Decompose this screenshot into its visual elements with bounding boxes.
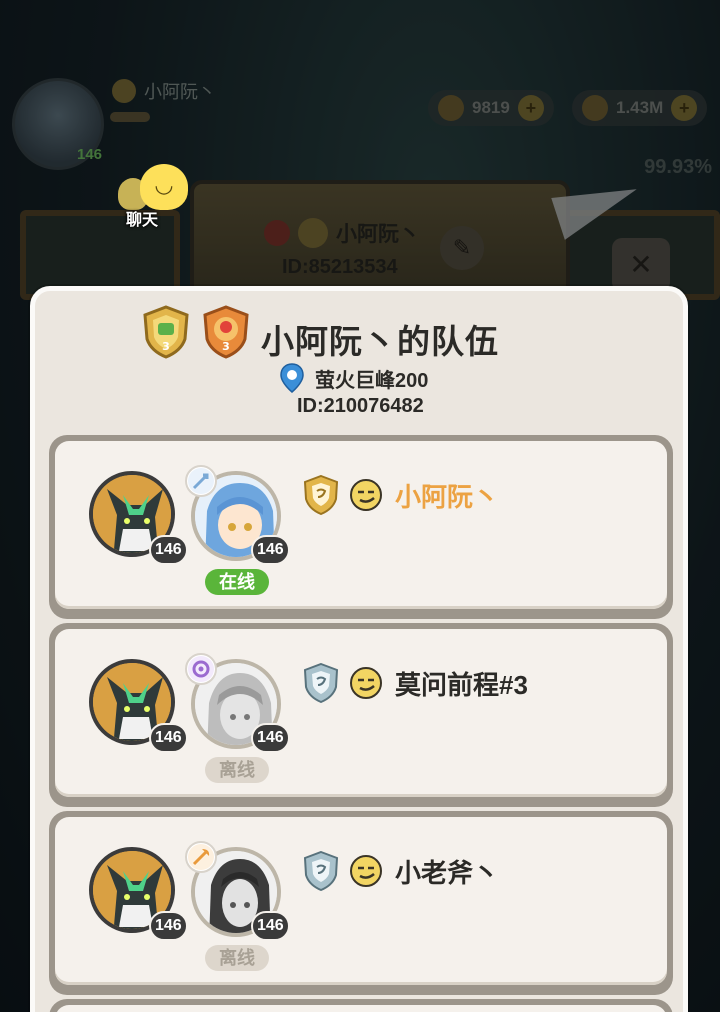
currency-badge-coins[interactable]: 9819 + [428, 90, 554, 126]
book-player-id: ID:85213534 [282, 256, 398, 278]
player-exp-bar [110, 112, 150, 122]
member-list: 146 146 在线 小阿阮丶 146 146 离线 莫问前程#3 146 14… [49, 435, 673, 999]
member-card[interactable]: 146 146 离线 [49, 623, 673, 807]
smirk-emoji-icon [350, 479, 382, 511]
hero-level: 146 [251, 911, 290, 941]
pet-level: 146 [149, 723, 188, 753]
player-avatar[interactable]: 146 [12, 78, 104, 170]
rank-shield-silver-icon [303, 663, 339, 703]
member-name-row: 小阿阮丶 [303, 475, 499, 515]
emoji-icon [298, 218, 328, 248]
team-location: 萤火巨峰200 [279, 363, 428, 393]
chat-label: 聊天 [126, 212, 159, 229]
chat-button[interactable]: ◡ 聊天 [114, 164, 190, 229]
hero-level: 146 [251, 723, 290, 753]
status-badge: 离线 [205, 757, 269, 783]
location-text: 萤火巨峰200 [315, 369, 429, 392]
smile-icon: ◡ [140, 164, 188, 210]
rank-shield-silver-icon [303, 851, 339, 891]
smirk-emoji-icon [350, 855, 382, 887]
svg-text:3: 3 [222, 340, 230, 353]
pet-level: 146 [149, 911, 188, 941]
add-icon[interactable]: + [517, 95, 544, 121]
location-pin-icon [280, 363, 304, 393]
class-axe-icon [185, 841, 217, 873]
member-name: 莫问前程#3 [395, 669, 528, 700]
status-badge: 在线 [205, 569, 269, 595]
team-id: ID:210076482 [297, 395, 424, 417]
svg-text:3: 3 [162, 340, 170, 353]
team-member-shield-icon: 3 [203, 305, 249, 359]
smirk-emoji-icon [350, 667, 382, 699]
member-card-partial[interactable] [49, 999, 673, 1012]
currency-value: 1.43M [616, 98, 664, 117]
team-rank-shield-icon: 3 [143, 305, 189, 359]
close-button[interactable]: ✕ [612, 238, 670, 292]
player-level: 146 [77, 146, 103, 163]
member-name: 小老斧丶 [395, 857, 500, 888]
pet-level: 146 [149, 535, 188, 565]
member-card[interactable]: 146 146 离线 [49, 811, 673, 995]
class-magic-icon [185, 653, 217, 685]
progress-percent: 99.93% [644, 156, 712, 178]
book-player-name-row: 小阿阮丶 [264, 218, 420, 248]
key-icon [264, 220, 290, 246]
team-header: 3 3 小阿阮丶的队伍 萤火巨峰200 ID:210076482 [35, 291, 683, 431]
member-name: 小阿阮丶 [395, 481, 500, 512]
hero-level: 146 [251, 535, 290, 565]
coin-icon [438, 95, 464, 121]
member-name-row: 小老斧丶 [303, 851, 499, 891]
edit-icon[interactable]: ✎ [440, 226, 484, 270]
currency-badge-gems[interactable]: 1.43M + [572, 90, 708, 126]
emoji-icon [112, 79, 136, 103]
status-badge: 离线 [205, 945, 269, 971]
team-title: 小阿阮丶的队伍 [261, 323, 499, 360]
rank-shield-gold-icon [303, 475, 339, 515]
currency-value: 9819 [472, 98, 510, 117]
team-panel: 3 3 小阿阮丶的队伍 萤火巨峰200 ID:210076482 146 146… [30, 286, 688, 1012]
gem-icon [582, 95, 608, 121]
class-sword-icon [185, 465, 217, 497]
player-name-row: 小阿阮丶 [112, 78, 216, 104]
add-icon[interactable]: + [671, 95, 698, 121]
player-name: 小阿阮丶 [144, 82, 216, 102]
member-card[interactable]: 146 146 在线 小阿阮丶 [49, 435, 673, 619]
member-name-row: 莫问前程#3 [303, 663, 528, 703]
book-player-name: 小阿阮丶 [336, 223, 420, 246]
